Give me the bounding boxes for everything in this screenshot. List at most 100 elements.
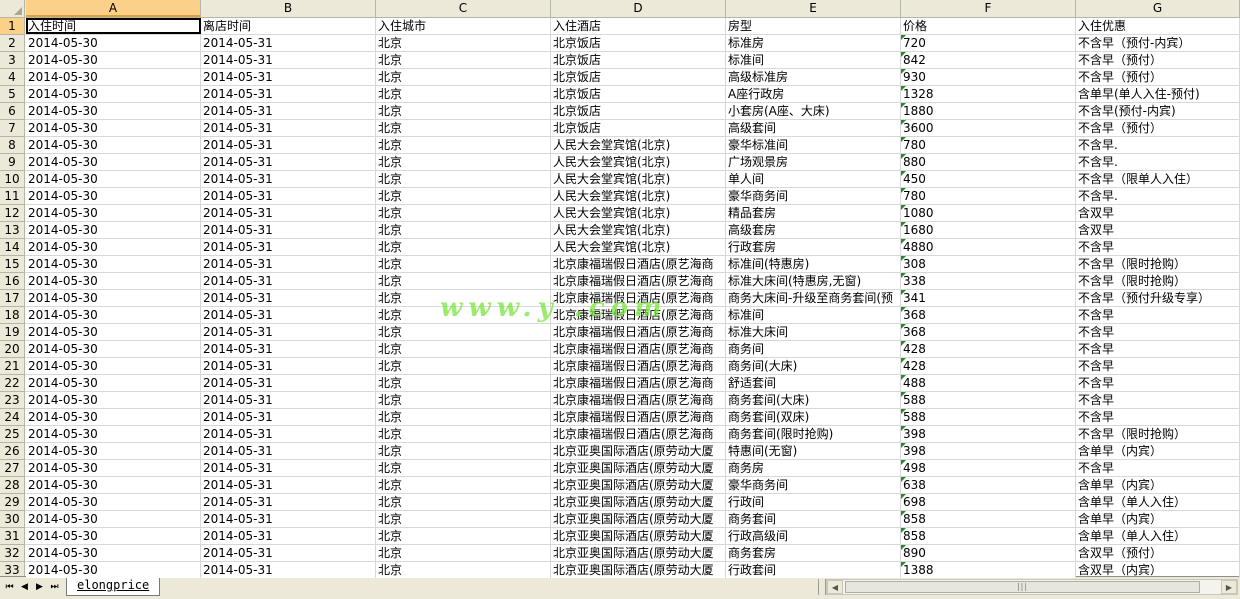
cell-g19[interactable]: 不含早 [1076,324,1240,340]
cell-g16[interactable]: 不含早（限时抢购） [1076,273,1240,289]
cell-a6[interactable]: 2014-05-30 [26,103,201,119]
cell-b20[interactable]: 2014-05-31 [201,341,376,357]
cell-f11[interactable]: 780 [901,188,1076,204]
cell-g13[interactable]: 含双早 [1076,222,1240,238]
cell-c24[interactable]: 北京 [376,409,551,425]
cell-a11[interactable]: 2014-05-30 [26,188,201,204]
scrollbar-thumb[interactable]: ||| [845,581,1200,593]
cell-e16[interactable]: 标准大床间(特惠房,无窗) [726,273,901,289]
cell-g3[interactable]: 不含早（预付） [1076,52,1240,68]
cell-f3[interactable]: 842 [901,52,1076,68]
cell-g25[interactable]: 不含早（限时抢购） [1076,426,1240,442]
cell-e27[interactable]: 商务房 [726,460,901,476]
cell-a32[interactable]: 2014-05-30 [26,545,201,561]
prev-sheet-icon[interactable]: ◀ [19,580,30,594]
cell-a1[interactable]: 入住时间 [26,18,201,34]
cell-a13[interactable]: 2014-05-30 [26,222,201,238]
cell-b30[interactable]: 2014-05-31 [201,511,376,527]
cell-a24[interactable]: 2014-05-30 [26,409,201,425]
cell-b1[interactable]: 离店时间 [201,18,376,34]
cell-f17[interactable]: 341 [901,290,1076,306]
cell-f30[interactable]: 858 [901,511,1076,527]
cell-a3[interactable]: 2014-05-30 [26,52,201,68]
cell-d27[interactable]: 北京亚奥国际酒店(原劳动大厦 [551,460,726,476]
cell-a21[interactable]: 2014-05-30 [26,358,201,374]
cell-a7[interactable]: 2014-05-30 [26,120,201,136]
cell-a25[interactable]: 2014-05-30 [26,426,201,442]
cell-g9[interactable]: 不含早. [1076,154,1240,170]
cell-c31[interactable]: 北京 [376,528,551,544]
scroll-right-icon[interactable]: ▶ [1221,580,1237,594]
cell-e14[interactable]: 行政套房 [726,239,901,255]
column-header-f[interactable]: F [901,0,1076,17]
row-header[interactable]: 8 [0,137,25,154]
column-header-c[interactable]: C [376,0,551,17]
cell-g33[interactable]: 含双早（内宾） [1076,562,1240,578]
cell-f16[interactable]: 338 [901,273,1076,289]
cell-e33[interactable]: 行政套间 [726,562,901,578]
cell-d16[interactable]: 北京康福瑞假日酒店(原艺海商 [551,273,726,289]
cell-b24[interactable]: 2014-05-31 [201,409,376,425]
cell-d7[interactable]: 北京饭店 [551,120,726,136]
cell-d18[interactable]: 北京康福瑞假日酒店(原艺海商 [551,307,726,323]
cell-e18[interactable]: 标准间 [726,307,901,323]
cell-b18[interactable]: 2014-05-31 [201,307,376,323]
row-header[interactable]: 32 [0,545,25,562]
cell-d2[interactable]: 北京饭店 [551,35,726,51]
tab-split-handle[interactable] [818,579,826,595]
row-header[interactable]: 25 [0,426,25,443]
cell-e26[interactable]: 特惠间(无窗) [726,443,901,459]
cell-d8[interactable]: 人民大会堂宾馆(北京) [551,137,726,153]
cell-d28[interactable]: 北京亚奥国际酒店(原劳动大厦 [551,477,726,493]
cell-f6[interactable]: 1880 [901,103,1076,119]
cell-b12[interactable]: 2014-05-31 [201,205,376,221]
cell-d14[interactable]: 人民大会堂宾馆(北京) [551,239,726,255]
cell-f25[interactable]: 398 [901,426,1076,442]
row-header[interactable]: 9 [0,154,25,171]
cell-e1[interactable]: 房型 [726,18,901,34]
cell-e23[interactable]: 商务套间(大床) [726,392,901,408]
cell-c13[interactable]: 北京 [376,222,551,238]
cell-e32[interactable]: 商务套房 [726,545,901,561]
cell-b4[interactable]: 2014-05-31 [201,69,376,85]
row-header[interactable]: 3 [0,52,25,69]
cell-d9[interactable]: 人民大会堂宾馆(北京) [551,154,726,170]
cell-b6[interactable]: 2014-05-31 [201,103,376,119]
cell-g7[interactable]: 不含早（预付） [1076,120,1240,136]
cell-a14[interactable]: 2014-05-30 [26,239,201,255]
cell-b33[interactable]: 2014-05-31 [201,562,376,578]
cell-f21[interactable]: 428 [901,358,1076,374]
cell-d26[interactable]: 北京亚奥国际酒店(原劳动大厦 [551,443,726,459]
cell-a20[interactable]: 2014-05-30 [26,341,201,357]
cell-e5[interactable]: A座行政房 [726,86,901,102]
cell-f31[interactable]: 858 [901,528,1076,544]
cell-f27[interactable]: 498 [901,460,1076,476]
cell-d6[interactable]: 北京饭店 [551,103,726,119]
row-header[interactable]: 23 [0,392,25,409]
cell-b26[interactable]: 2014-05-31 [201,443,376,459]
row-header[interactable]: 30 [0,511,25,528]
row-header[interactable]: 26 [0,443,25,460]
cell-g26[interactable]: 含单早（内宾） [1076,443,1240,459]
cell-a18[interactable]: 2014-05-30 [26,307,201,323]
scroll-left-icon[interactable]: ◀ [827,580,843,594]
cell-c18[interactable]: 北京 [376,307,551,323]
cell-d15[interactable]: 北京康福瑞假日酒店(原艺海商 [551,256,726,272]
cell-f26[interactable]: 398 [901,443,1076,459]
cell-a5[interactable]: 2014-05-30 [26,86,201,102]
cell-b27[interactable]: 2014-05-31 [201,460,376,476]
cell-c22[interactable]: 北京 [376,375,551,391]
cell-c25[interactable]: 北京 [376,426,551,442]
cell-f5[interactable]: 1328 [901,86,1076,102]
cell-c17[interactable]: 北京 [376,290,551,306]
cell-c33[interactable]: 北京 [376,562,551,578]
cell-c16[interactable]: 北京 [376,273,551,289]
cell-c8[interactable]: 北京 [376,137,551,153]
cell-f22[interactable]: 488 [901,375,1076,391]
cell-b29[interactable]: 2014-05-31 [201,494,376,510]
cell-e7[interactable]: 高级套间 [726,120,901,136]
cell-f13[interactable]: 1680 [901,222,1076,238]
next-sheet-icon[interactable]: ▶ [34,580,45,594]
cell-d3[interactable]: 北京饭店 [551,52,726,68]
cell-g5[interactable]: 含单早(单人入住-预付) [1076,86,1240,102]
